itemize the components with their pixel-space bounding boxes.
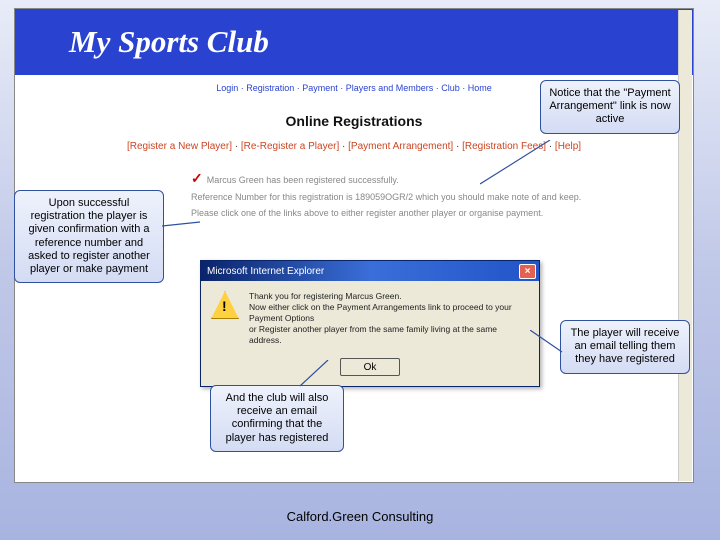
dialog-titlebar: Microsoft Internet Explorer × bbox=[201, 261, 539, 281]
callout-payment-link: Notice that the "Payment Arrangement" li… bbox=[540, 80, 680, 134]
close-icon[interactable]: × bbox=[519, 264, 536, 279]
callout-confirmation: Upon successful registration the player … bbox=[14, 190, 164, 283]
nav-register-new[interactable]: [Register a New Player] bbox=[127, 141, 232, 152]
nav-help[interactable]: [Help] bbox=[555, 141, 581, 152]
warning-icon bbox=[211, 291, 239, 319]
success-line-1: Marcus Green has been registered success… bbox=[207, 175, 399, 185]
nav-registration-fees[interactable]: [Registration Fees] bbox=[462, 141, 546, 152]
nav-links: [Register a New Player] · [Re-Register a… bbox=[15, 141, 693, 164]
success-line-3: Please click one of the links above to e… bbox=[191, 207, 653, 221]
scrollbar[interactable] bbox=[678, 10, 692, 481]
alert-dialog: Microsoft Internet Explorer × Thank you … bbox=[200, 260, 540, 387]
check-icon: ✓ bbox=[191, 168, 203, 189]
ok-button[interactable]: Ok bbox=[340, 358, 400, 376]
nav-payment-arrangement[interactable]: [Payment Arrangement] bbox=[348, 141, 453, 152]
site-header: My Sports Club bbox=[15, 9, 693, 75]
callout-player-email: The player will receive an email telling… bbox=[560, 320, 690, 374]
dialog-message: Thank you for registering Marcus Green. … bbox=[249, 291, 529, 346]
dialog-title: Microsoft Internet Explorer bbox=[207, 266, 324, 277]
callout-club-email: And the club will also receive an email … bbox=[210, 385, 344, 452]
site-title: My Sports Club bbox=[69, 24, 269, 60]
success-line-2: Reference Number for this registration i… bbox=[191, 191, 653, 205]
nav-reregister[interactable]: [Re-Register a Player] bbox=[241, 141, 339, 152]
footer-text: Calford.Green Consulting bbox=[0, 509, 720, 524]
